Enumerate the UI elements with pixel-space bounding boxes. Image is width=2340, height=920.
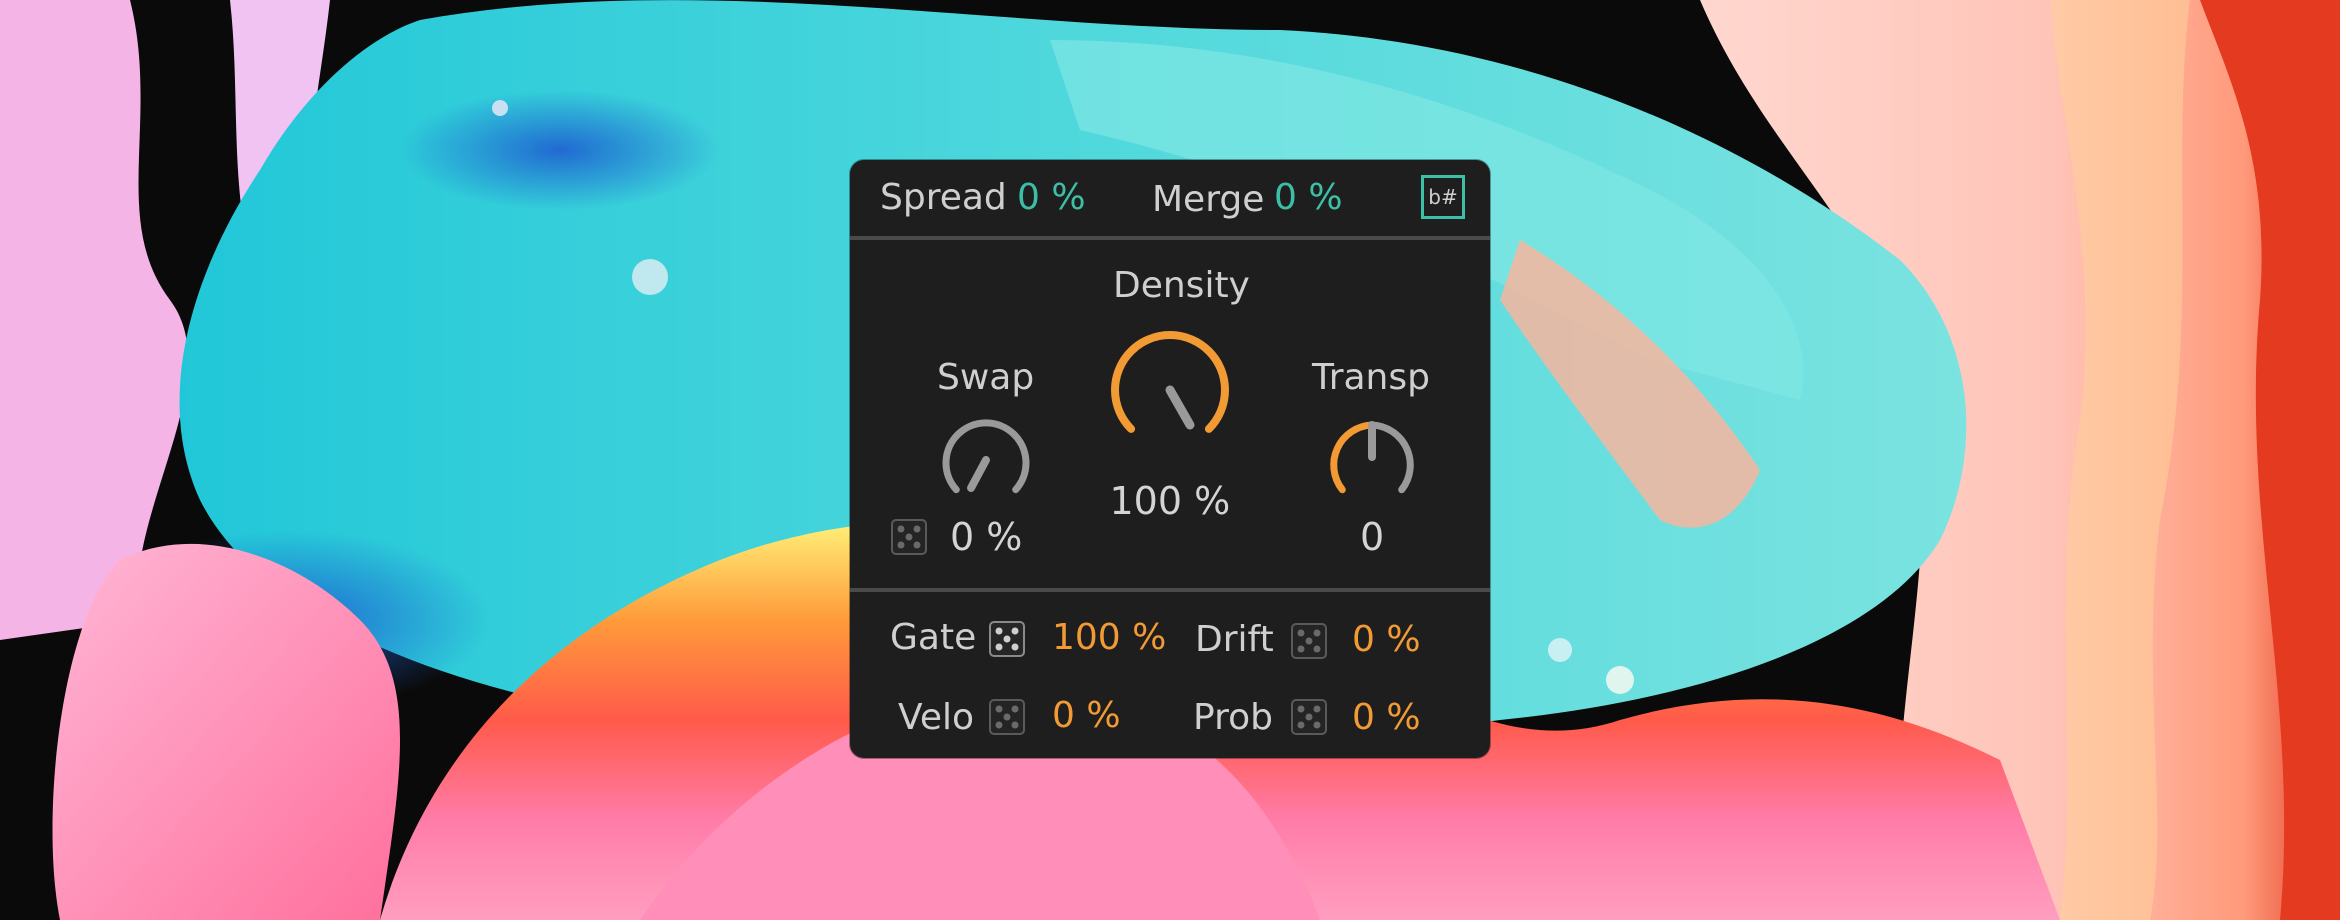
merge-value[interactable]: 0 % (1274, 180, 1343, 216)
density-value: 100 % (1109, 479, 1231, 523)
gate-value[interactable]: 100 % (1052, 620, 1166, 656)
flat-sharp-toggle-button[interactable]: b# (1421, 175, 1465, 219)
swap-label: Swap (937, 357, 1035, 398)
spread-value[interactable]: 0 % (1017, 180, 1086, 216)
transp-knob-arc (1330, 421, 1376, 494)
bottom-divider (850, 588, 1490, 592)
density-knob[interactable] (1085, 305, 1255, 475)
prob-value[interactable]: 0 % (1352, 700, 1421, 736)
transp-label: Transp (1312, 357, 1430, 398)
prob-random-dice-icon[interactable] (1290, 698, 1328, 736)
prob-label: Prob (1193, 697, 1273, 738)
swap-knob-pointer (967, 456, 990, 492)
velo-random-dice-icon[interactable] (988, 698, 1026, 736)
drift-label: Drift (1195, 619, 1274, 660)
transp-value: 0 (1360, 515, 1385, 559)
gate-random-dice-icon[interactable] (988, 620, 1026, 658)
drift-random-dice-icon[interactable] (1290, 622, 1328, 660)
density-label: Density (1113, 265, 1250, 306)
swap-value: 0 % (950, 515, 1023, 559)
drift-value[interactable]: 0 % (1352, 622, 1421, 658)
swap-knob[interactable] (926, 405, 1046, 525)
flat-sharp-icon: b# (1428, 185, 1458, 209)
merge-label: Merge (1152, 179, 1265, 220)
density-knob-pointer (1165, 385, 1195, 430)
effect-device-panel: Spread 0 % Merge 0 % b# Density Swap Tra… (850, 160, 1490, 758)
top-divider (850, 236, 1490, 240)
velo-label: Velo (898, 697, 975, 738)
transp-knob-track (1368, 421, 1414, 494)
spread-label: Spread (880, 177, 1007, 218)
density-knob-arc (1111, 331, 1229, 433)
velo-value[interactable]: 0 % (1052, 698, 1121, 734)
gate-label: Gate (890, 617, 977, 658)
swap-random-dice-icon[interactable] (890, 518, 928, 556)
transp-knob[interactable] (1312, 405, 1432, 525)
